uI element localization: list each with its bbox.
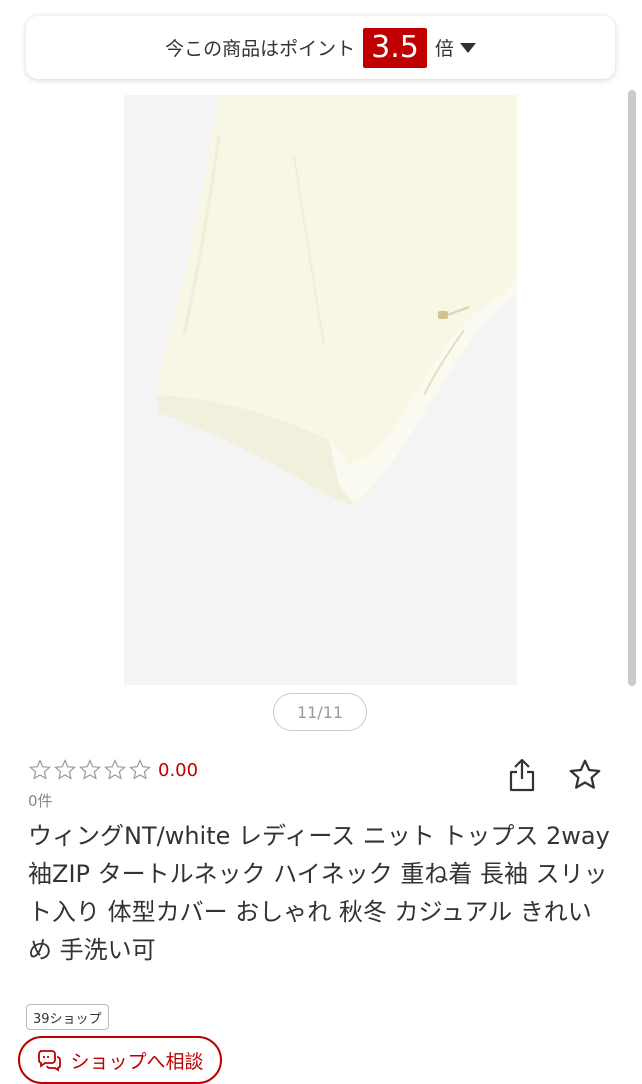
shop-badge-39: 39ショップ xyxy=(26,1004,109,1030)
rating-value: 0.00 xyxy=(158,759,199,781)
star-empty-icon xyxy=(129,759,151,780)
points-suffix: 倍 xyxy=(434,38,454,60)
favorite-button[interactable] xyxy=(567,757,603,793)
points-banner[interactable]: 今この商品はポイント 3.5 倍 xyxy=(26,16,615,79)
share-button[interactable] xyxy=(506,757,538,793)
product-title: ウィングNT/white レディース ニット トップス 2way 袖ZIP ター… xyxy=(28,822,610,964)
star-outline-icon xyxy=(569,759,601,789)
star-empty-icon xyxy=(54,759,76,780)
review-count[interactable]: 0件 xyxy=(28,790,53,811)
rating-stars xyxy=(28,758,152,782)
scrollbar-thumb[interactable] xyxy=(628,90,636,686)
star-empty-icon xyxy=(29,759,51,780)
chat-icon xyxy=(38,1050,62,1072)
caret-down-icon xyxy=(459,42,476,53)
points-prefix: 今この商品はポイント xyxy=(165,38,356,60)
points-multiplier-badge: 3.5 xyxy=(363,27,427,68)
consult-shop-label: ショップへ相談 xyxy=(70,1050,204,1073)
share-icon xyxy=(509,758,535,792)
star-empty-icon xyxy=(79,759,101,780)
product-image[interactable] xyxy=(124,95,517,685)
image-counter: 11/11 xyxy=(273,693,367,731)
sleeve-photo xyxy=(124,95,517,685)
rating-row[interactable]: 0.00 xyxy=(28,756,198,784)
star-empty-icon xyxy=(104,759,126,780)
consult-shop-button[interactable]: ショップへ相談 xyxy=(18,1036,222,1084)
